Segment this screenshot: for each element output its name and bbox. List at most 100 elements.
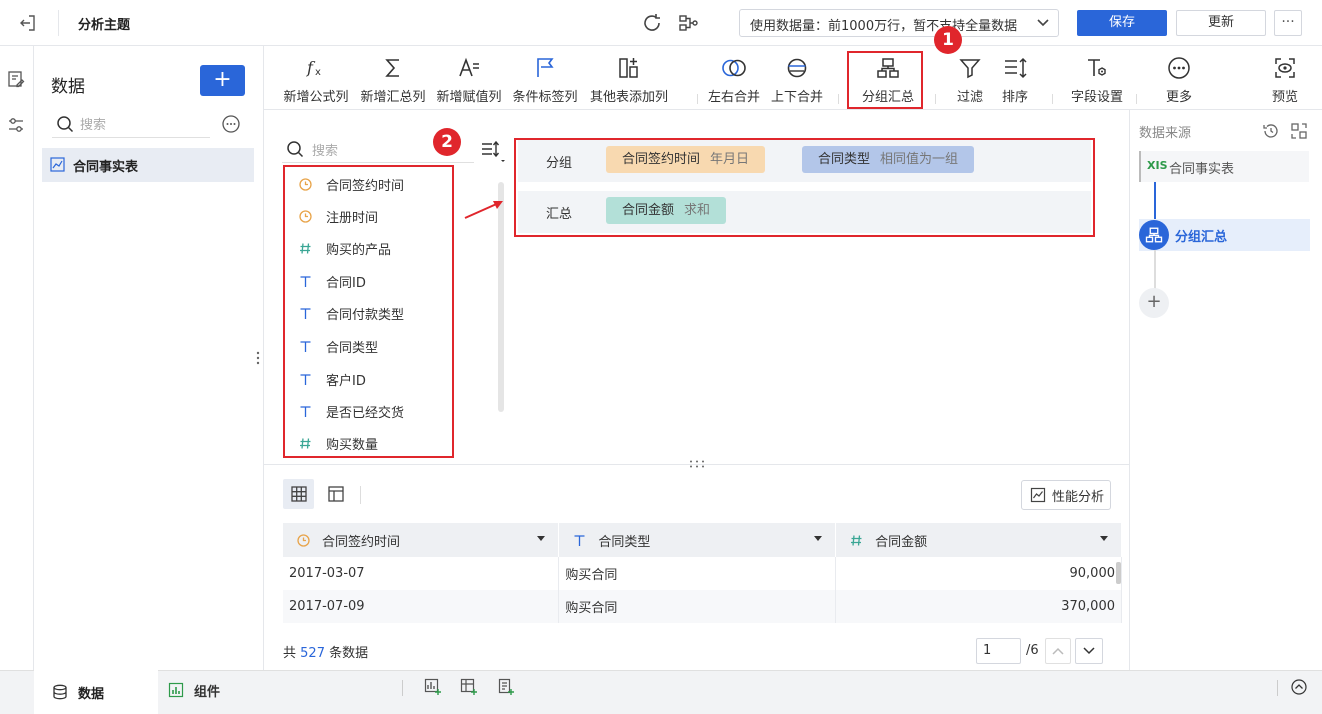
highlight-group-summary (847, 51, 923, 109)
page-title: 分析主题 (78, 18, 131, 33)
refresh-icon[interactable] (641, 12, 663, 34)
search-placeholder: 搜索 (312, 144, 339, 159)
add-chart-icon[interactable] (424, 678, 442, 696)
preview-icon (1240, 54, 1322, 82)
panel-resize-handle[interactable] (256, 350, 260, 366)
page-input[interactable]: 1 (976, 638, 1021, 664)
field-item[interactable]: 购买数量 (297, 433, 378, 453)
tab-data[interactable]: 数据 (34, 670, 158, 714)
conditional-label-column-button[interactable]: 条件标签列 (505, 54, 585, 105)
field-item[interactable]: 合同类型 (297, 336, 378, 356)
text-type-icon (297, 307, 313, 320)
settings-sliders-icon[interactable] (7, 116, 25, 134)
step-node-group-summary[interactable]: 分组汇总 (1139, 219, 1310, 251)
flag-icon (505, 54, 585, 82)
tab-component[interactable]: 组件 (158, 670, 268, 710)
text-type-icon (571, 534, 587, 547)
layout-icon (327, 486, 344, 502)
table-item-contract-facts[interactable]: 合同事实表 (42, 148, 254, 182)
layout-view-button[interactable] (320, 479, 351, 509)
caret-down-icon[interactable] (813, 535, 823, 543)
more-options-icon[interactable] (222, 115, 240, 133)
assign-icon (429, 54, 509, 82)
field-label: 购买数量 (326, 437, 379, 453)
table-scrollbar[interactable] (1116, 562, 1121, 584)
sort-button[interactable]: 排序 (975, 54, 1055, 105)
more-button[interactable]: ··· (1274, 10, 1302, 36)
update-button[interactable]: 更新 (1176, 10, 1266, 36)
data-edit-icon[interactable] (7, 70, 25, 88)
add-assign-column-button[interactable]: 新增赋值列 (429, 54, 509, 105)
summary-row-label: 汇总 (546, 207, 573, 222)
table-row: 2017-07-09 购买合同 370,000 (283, 590, 1122, 623)
column-header[interactable]: 合同金额 (835, 523, 1122, 557)
column-header[interactable]: 合同类型 (558, 523, 837, 557)
caret-down-icon[interactable] (1099, 535, 1109, 543)
flow-connector (1154, 250, 1156, 290)
more-button-toolbar[interactable]: 更多 (1139, 54, 1219, 105)
field-item[interactable]: 是否已经交货 (297, 401, 404, 421)
field-item[interactable]: 客户ID (297, 369, 366, 389)
add-table-icon[interactable] (460, 678, 478, 696)
annotation-badge-1: 1 (934, 26, 962, 54)
field-settings-icon (1057, 54, 1137, 82)
performance-analysis-button[interactable]: 性能分析 (1021, 480, 1111, 510)
field-item[interactable]: 合同签约时间 (297, 174, 404, 194)
tool-label: 上下合并 (770, 90, 823, 105)
add-data-button[interactable]: + (200, 65, 245, 96)
merge-vertical-button[interactable]: 上下合并 (757, 54, 837, 105)
lineage-icon[interactable] (677, 12, 699, 34)
summary-row: 汇总 合同金额 求和 (518, 191, 1091, 233)
tool-label: 其他表添加列 (589, 90, 668, 105)
prev-page-button[interactable] (1045, 638, 1071, 664)
add-report-icon[interactable] (497, 678, 515, 696)
field-label: 合同付款类型 (326, 307, 405, 323)
field-item[interactable]: 购买的产品 (297, 238, 391, 258)
table-cell: 购买合同 (558, 590, 837, 623)
history-icon[interactable] (1262, 122, 1280, 140)
collapse-up-icon[interactable] (1291, 679, 1307, 695)
chevron-up-icon (1052, 647, 1064, 655)
column-label: 合同金额 (875, 534, 928, 550)
text-type-icon (297, 340, 313, 353)
field-item[interactable]: 合同ID (297, 271, 366, 291)
exit-icon[interactable] (18, 13, 38, 33)
field-label: 客户ID (326, 373, 366, 389)
field-settings-button[interactable]: 字段设置 (1057, 54, 1137, 105)
grid-view-button[interactable] (283, 479, 314, 509)
left-rail (0, 46, 34, 670)
caret-down-icon[interactable] (536, 535, 546, 543)
tool-label: 更多 (1165, 90, 1192, 105)
field-item[interactable]: 合同付款类型 (297, 303, 404, 323)
count-suffix: 条数据 (329, 646, 369, 661)
data-limit-select[interactable]: 使用数据量：前1000万行，暂不支持全量数据 (739, 9, 1059, 37)
group-field-pill[interactable]: 合同签约时间 年月日 (606, 146, 766, 173)
field-label: 合同签约时间 (326, 178, 405, 194)
chevron-down-icon (1036, 18, 1050, 28)
save-button[interactable]: 保存 (1077, 10, 1167, 36)
data-search-input[interactable]: 搜索 (52, 110, 210, 138)
add-formula-column-button[interactable]: fx 新增公式列 (276, 54, 356, 105)
top-bar: 分析主题 使用数据量：前1000万行，暂不支持全量数据 保存 更新 ··· (0, 0, 1322, 46)
data-panel (34, 46, 264, 670)
add-summary-column-button[interactable]: 新增汇总列 (353, 54, 433, 105)
chevron-down-icon (1083, 647, 1095, 655)
group-field-pill[interactable]: 合同类型 相同值为一组 (802, 146, 975, 173)
field-sort-icon[interactable] (480, 140, 506, 164)
layout-switch-icon[interactable] (1290, 122, 1308, 140)
table-item-label: 合同事实表 (73, 160, 139, 175)
split-handle[interactable] (688, 459, 706, 469)
add-column-from-table-button[interactable]: 其他表添加列 (589, 54, 669, 105)
source-node[interactable]: XⅠS 合同事实表 (1139, 151, 1309, 182)
field-label: 是否已经交货 (326, 405, 405, 421)
tool-label: 新增赋值列 (436, 90, 502, 105)
summary-field-pill[interactable]: 合同金额 求和 (606, 197, 727, 224)
right-panel (1129, 110, 1322, 670)
column-header[interactable]: 合同签约时间 (283, 523, 560, 557)
field-item[interactable]: 注册时间 (297, 206, 378, 226)
next-page-button[interactable] (1075, 638, 1103, 664)
search-icon (56, 115, 74, 133)
preview-button[interactable]: 预览 (1240, 54, 1322, 105)
add-step-button[interactable]: + (1139, 288, 1169, 318)
pill-mode: 求和 (684, 203, 711, 218)
